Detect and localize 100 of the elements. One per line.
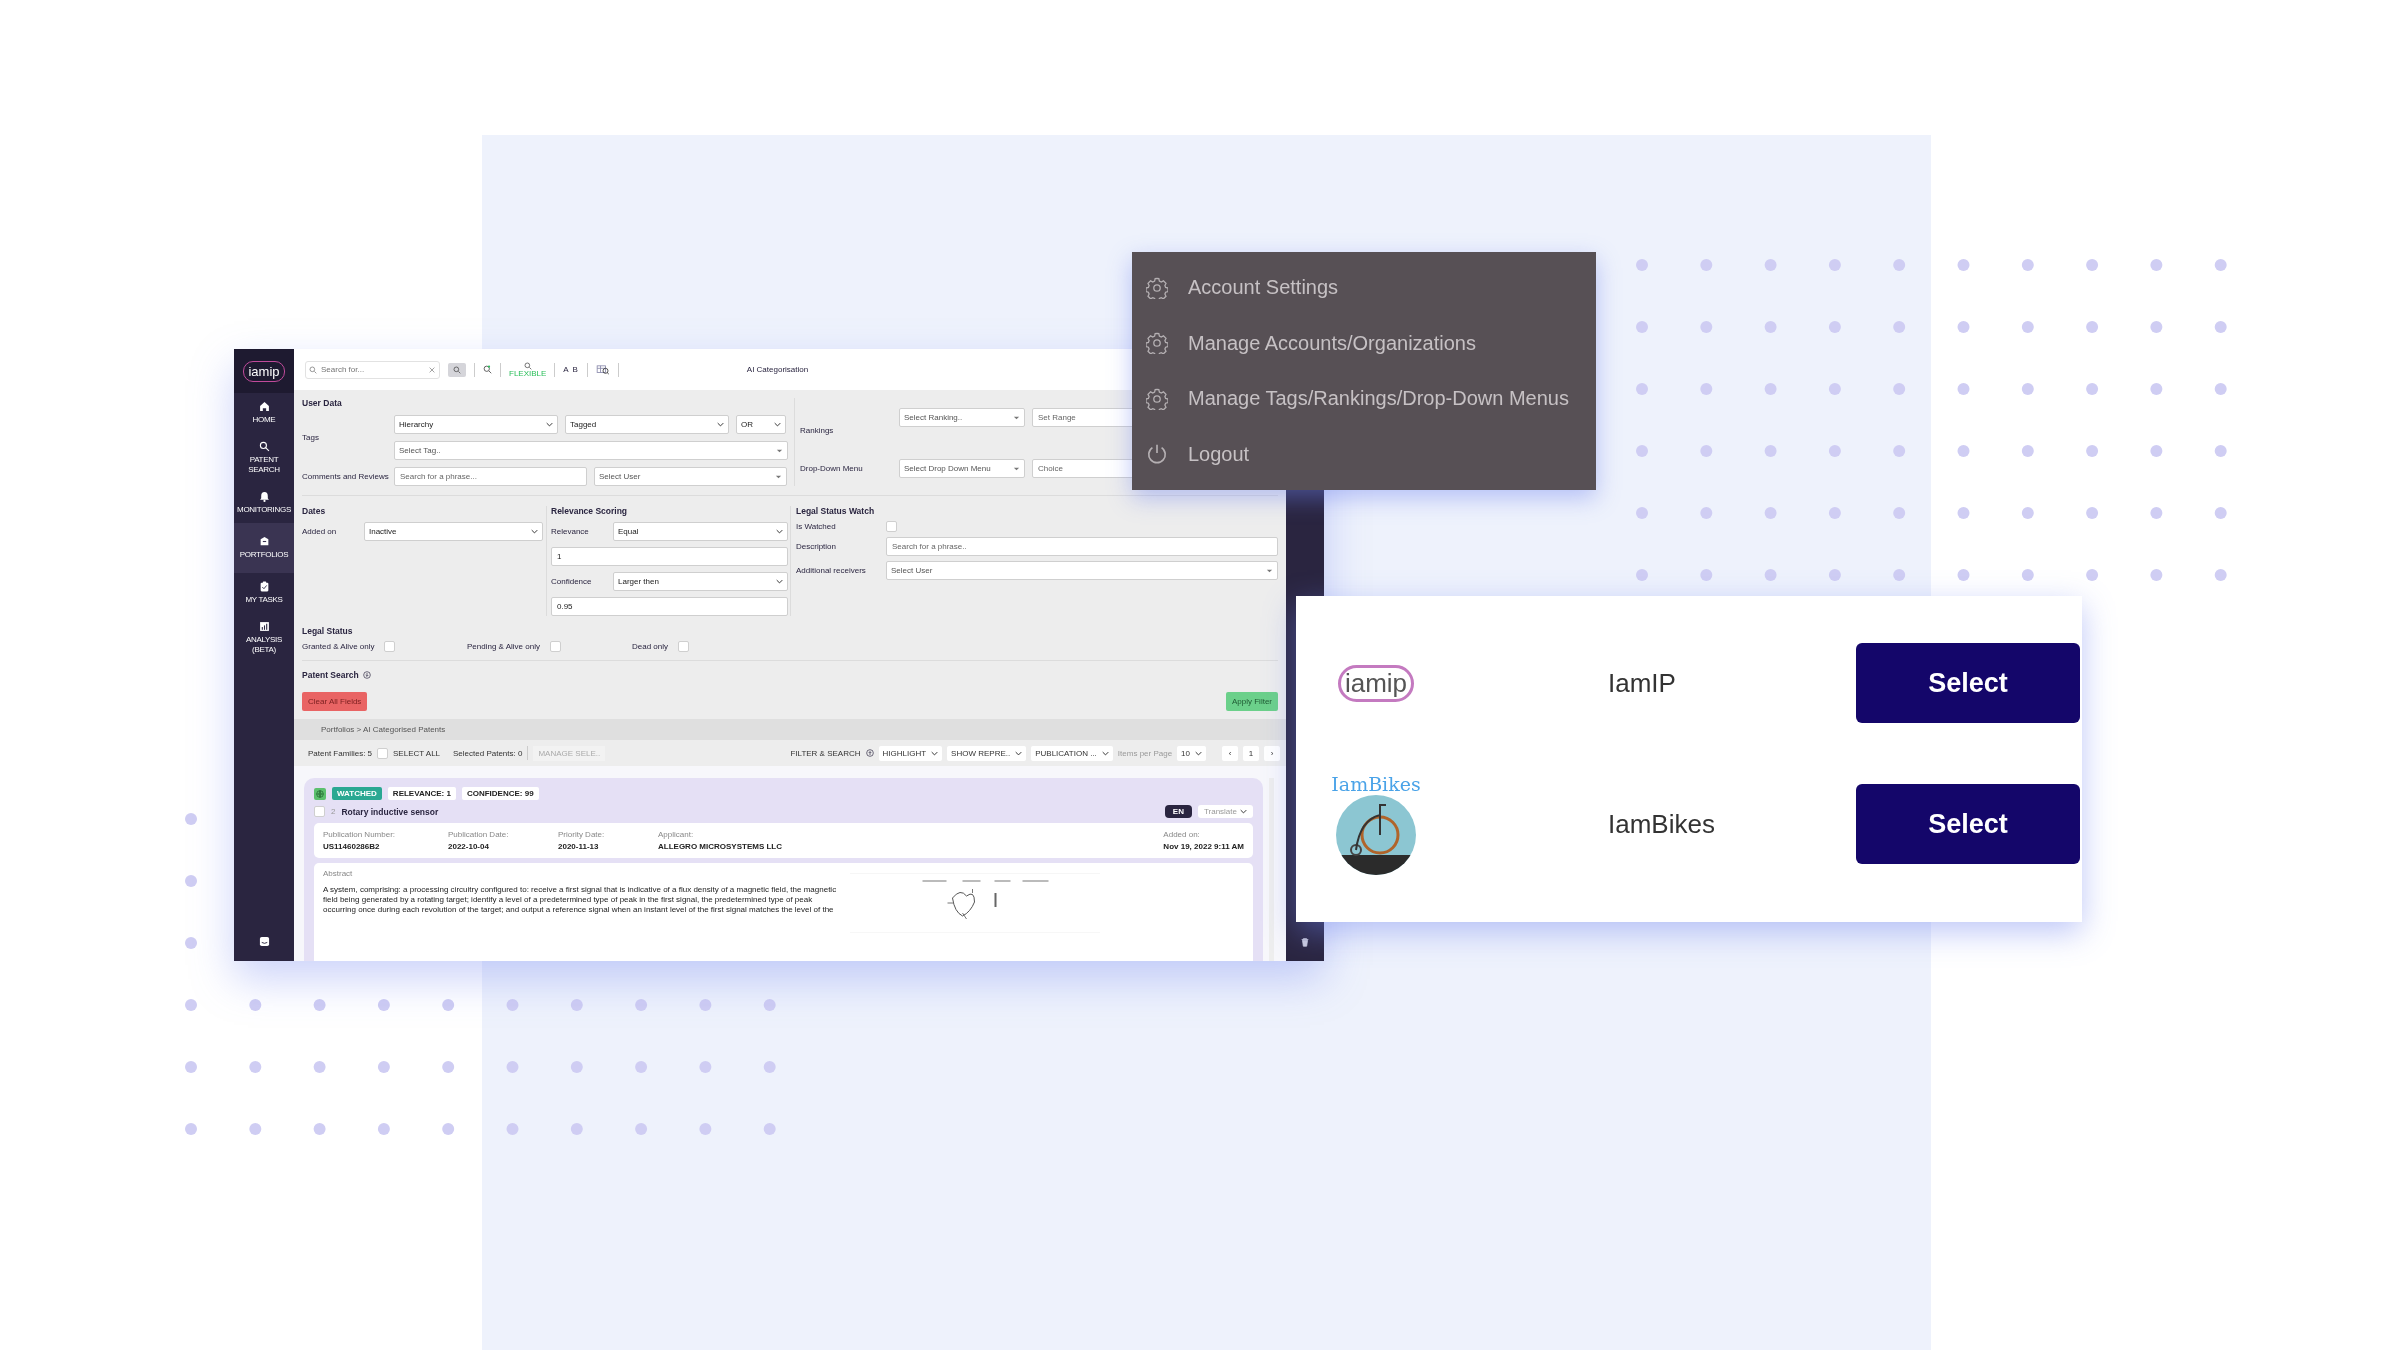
download-icon[interactable]	[362, 671, 371, 679]
caret-icon	[1195, 750, 1202, 756]
page-title: AI Categorisation	[746, 365, 809, 374]
index-number: 2	[331, 807, 336, 816]
checkbox[interactable]	[384, 641, 396, 652]
field-label: Items per Page	[1117, 748, 1173, 758]
badge: CONFIDENCE: 99	[461, 787, 539, 800]
field-label: Relevance	[551, 527, 590, 536]
search-button[interactable]	[448, 362, 466, 377]
field-label: Rankings	[800, 425, 835, 435]
caret-icon	[1013, 466, 1020, 471]
field-value: 2020-11-13	[558, 842, 600, 851]
logo: iamip	[1337, 664, 1415, 702]
dropdown[interactable]: Equal	[613, 522, 788, 541]
page-button[interactable]: ›	[1264, 745, 1280, 761]
sidebar-item[interactable]: ANALYSIS (BETA)	[234, 613, 294, 663]
input-field[interactable]: Search for a phrase...	[394, 467, 587, 486]
menu-item[interactable]: Manage Tags/Rankings/Drop-Down Menus	[1132, 387, 1596, 411]
input-field[interactable]: Search for a phrase..	[886, 537, 1278, 556]
organization-name: IamBikes	[1608, 808, 1716, 840]
section-title: Relevance Scoring	[551, 506, 629, 516]
dropdown[interactable]: HIGHLIGHT	[878, 745, 943, 761]
search-icon[interactable]	[483, 365, 492, 374]
filter-link[interactable]: FILTER & SEARCH	[790, 748, 861, 758]
caret-icon	[1015, 750, 1023, 756]
dropdown[interactable]: PUBLICATION ...	[1031, 745, 1113, 761]
select-all-link[interactable]: SELECT ALL	[393, 748, 441, 758]
caret-icon	[774, 422, 781, 427]
menu-item[interactable]: Manage Accounts/Organizations	[1132, 331, 1596, 355]
search-icon[interactable]	[523, 361, 532, 370]
sidebar-item[interactable]: PATENT SEARCH	[234, 433, 294, 483]
section-title: Legal Status	[302, 626, 353, 636]
dropdown[interactable]: Select Tag..	[394, 441, 788, 460]
section-title: User Data	[302, 398, 343, 408]
up-arrow-icon[interactable]	[865, 749, 874, 757]
dropdown[interactable]: Select User	[886, 561, 1278, 580]
field-label: Publication Date:	[448, 830, 510, 839]
logo: IamBikes	[1331, 773, 1421, 795]
sidebar-item[interactable]: MY TASKS	[234, 573, 294, 613]
caret-icon	[776, 529, 783, 534]
settings-icon	[1146, 387, 1168, 410]
field-value: ALLEGRO MICROSYSTEMS LLC	[658, 842, 783, 851]
field-value: Nov 19, 2022 9:11 AM	[1163, 842, 1244, 851]
field-label: Priority Date:	[558, 830, 606, 839]
close-icon[interactable]	[429, 366, 435, 373]
trash-icon[interactable]	[1300, 937, 1310, 947]
sidebar-item[interactable]: PORTFOLIOS	[234, 523, 294, 573]
abstract-text: field being generated by a rotating target; identify a level of a predetermined type of peak in the first signal, the predetermined type of peak	[323, 895, 814, 905]
apply-button[interactable]: Apply Filter	[1226, 692, 1278, 711]
checkbox[interactable]	[678, 641, 690, 652]
badge: RELEVANCE: 1	[387, 787, 456, 800]
menu-item[interactable]: Account Settings	[1132, 276, 1596, 300]
bell-icon	[258, 491, 270, 502]
search-icon	[309, 365, 317, 374]
caret-icon	[717, 422, 724, 427]
checkbox[interactable]	[549, 641, 561, 652]
dropdown[interactable]: Select User	[594, 467, 787, 486]
patent-title[interactable]: Rotary inductive sensor	[341, 806, 439, 817]
field-label: Added on:	[1163, 830, 1201, 839]
dropdown[interactable]: Hierarchy	[394, 415, 558, 434]
field-label: Applicant:	[658, 830, 695, 839]
caret-icon	[776, 448, 783, 453]
flexible-label: FLEXIBLE	[509, 369, 547, 378]
search-icon	[453, 365, 461, 374]
chat-icon[interactable]	[258, 936, 270, 947]
settings-icon	[1146, 276, 1168, 299]
sidebar-item[interactable]: HOME	[234, 393, 294, 433]
search-field[interactable]: Search for...	[305, 360, 440, 379]
table-search-icon[interactable]	[595, 364, 610, 375]
select-button[interactable]: Select	[1856, 784, 2080, 864]
dropdown[interactable]: Inactive	[364, 522, 543, 541]
section-title: Legal Status Watch	[796, 506, 876, 516]
caret-icon	[776, 579, 783, 584]
dropdown[interactable]: 10	[1177, 745, 1206, 761]
dropdown[interactable]: SHOW REPRE..	[947, 745, 1027, 761]
checkbox[interactable]	[886, 521, 897, 532]
checkbox-label: Dead only	[632, 642, 669, 651]
page-button[interactable]: ‹	[1222, 745, 1238, 761]
abstract-text: occurring once during each revolution of the target; and output a reference signal when an instant level of the first signal matches the level of the	[323, 905, 835, 915]
checkbox[interactable]	[377, 747, 389, 759]
abstract-text: A system, comprising: a processing circuitry configured to: receive a first signal that is indicative of a flux density of a magnetic field, the magnetic	[323, 885, 837, 895]
breadcrumb: Portfolios > AI Categorised Patents	[321, 725, 446, 734]
caret-icon	[1266, 568, 1273, 573]
input-field[interactable]: 1	[551, 547, 788, 566]
menu-item[interactable]: Logout	[1132, 442, 1596, 466]
dropdown[interactable]: Tagged	[565, 415, 729, 434]
checkbox[interactable]	[314, 806, 325, 817]
caret-icon	[1240, 809, 1247, 814]
dropdown[interactable]: Select Ranking..	[899, 408, 1025, 427]
field-label: Confidence	[551, 577, 593, 586]
input-field[interactable]: 0.95	[551, 597, 788, 616]
sidebar-item[interactable]: MONITORINGS	[234, 483, 294, 523]
ab-label[interactable]: A B	[563, 365, 579, 374]
select-button[interactable]: Select	[1856, 643, 2080, 723]
field-label: Description	[796, 542, 837, 551]
dropdown[interactable]: Select Drop Down Menu	[899, 459, 1025, 478]
language-badge: EN	[1164, 805, 1192, 818]
dropdown[interactable]: OR	[736, 415, 786, 434]
page-button[interactable]: 1	[1243, 745, 1259, 761]
dropdown[interactable]: Larger then	[613, 572, 788, 591]
